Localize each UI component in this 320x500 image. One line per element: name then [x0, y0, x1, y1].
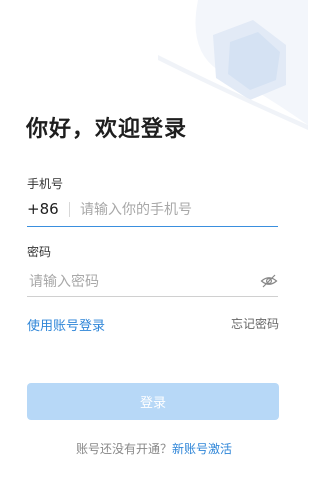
login-button[interactable]: 登录 — [27, 383, 279, 420]
divider — [69, 202, 70, 217]
country-code[interactable]: +86 — [27, 200, 59, 218]
page-title: 你好，欢迎登录 — [26, 117, 188, 142]
account-login-link[interactable]: 使用账号登录 — [27, 315, 105, 334]
activate-account-link[interactable]: 新账号激活 — [172, 442, 232, 456]
phone-label: 手机号 — [27, 177, 64, 191]
footer-prompt: 账号还没有开通？ — [75, 442, 172, 456]
password-input[interactable] — [29, 270, 249, 294]
phone-input[interactable] — [80, 198, 275, 222]
eye-off-icon[interactable] — [260, 273, 278, 289]
password-label: 密码 — [27, 245, 52, 259]
footer: 账号还没有开通？新账号激活 — [0, 440, 308, 457]
phone-field: +86 — [27, 196, 278, 227]
password-field — [27, 268, 278, 297]
forgot-password-link[interactable]: 忘记密码 — [231, 315, 279, 332]
